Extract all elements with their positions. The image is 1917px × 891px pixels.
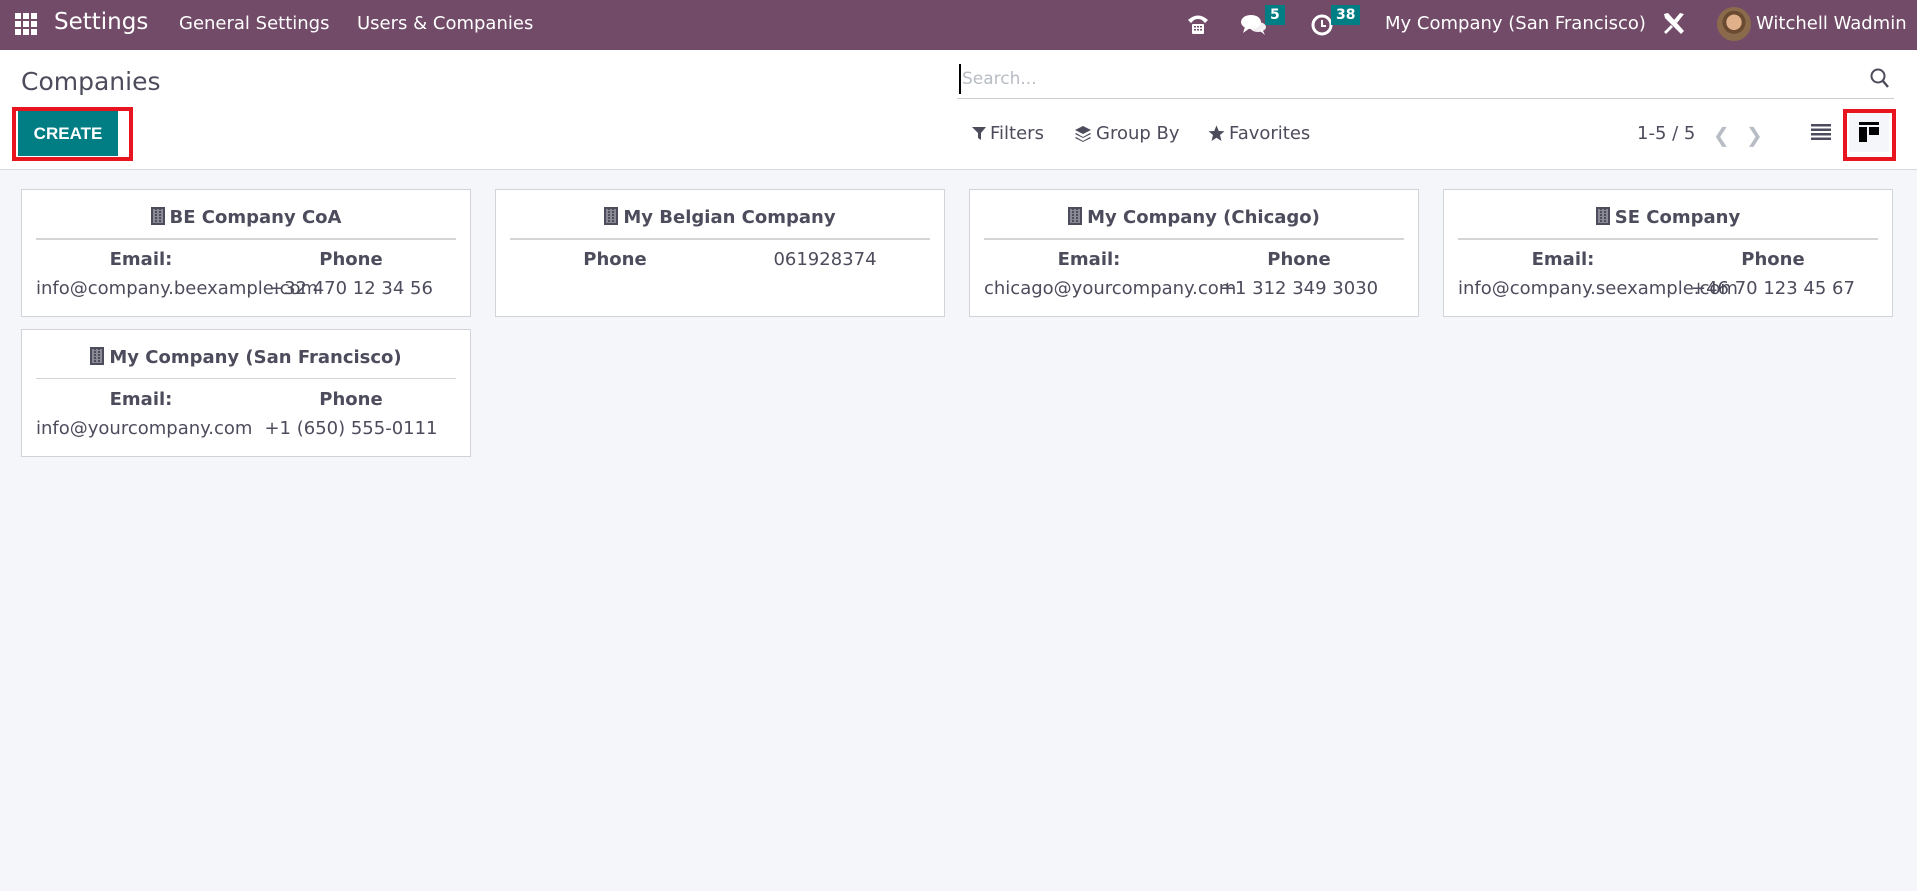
email-value: info@yourcompany.com	[36, 418, 253, 439]
search-input[interactable]	[959, 64, 1839, 94]
card-divider	[1458, 238, 1878, 240]
building-icon	[1068, 207, 1083, 225]
phone-value: +1 (650) 555-0111	[264, 418, 438, 439]
company-switcher[interactable]: My Company (San Francisco)	[1385, 13, 1646, 34]
filter-icon	[972, 127, 986, 140]
field-label: Email:	[1531, 249, 1595, 270]
company-card[interactable]: My Belgian Company Phone 061928374	[495, 189, 945, 317]
user-avatar[interactable]	[1717, 7, 1751, 41]
phone-value: +32 470 12 34 56	[269, 278, 433, 299]
building-icon	[150, 207, 165, 225]
company-card[interactable]: BE Company CoA Email: Phone info@company.…	[21, 189, 471, 317]
kanban-view-button[interactable]	[1849, 112, 1889, 152]
field-label: Email:	[1057, 249, 1121, 270]
field-label: Phone	[319, 249, 383, 270]
card-divider	[510, 238, 930, 240]
messages-button[interactable]: 5	[1240, 0, 1290, 50]
star-icon	[1208, 125, 1225, 141]
email-value: info@company.seexample.com	[1458, 278, 1738, 299]
company-card[interactable]: My Company (San Francisco) Email: Phone i…	[21, 329, 471, 457]
company-name: My Company (Chicago)	[1087, 207, 1320, 228]
activities-count-badge: 38	[1331, 5, 1361, 25]
field-label: Phone	[583, 249, 647, 270]
filters-label: Filters	[990, 123, 1044, 144]
user-menu[interactable]: Witchell Wadmin	[1756, 13, 1907, 34]
building-icon	[90, 347, 105, 365]
building-icon	[1595, 207, 1610, 225]
list-view-icon	[1811, 124, 1831, 140]
card-divider	[36, 378, 456, 379]
pager-previous-icon[interactable]: ❮	[1713, 123, 1730, 147]
voip-phone-icon[interactable]	[1185, 0, 1215, 50]
company-name: My Company (San Francisco)	[109, 347, 402, 368]
layers-icon	[1075, 125, 1091, 142]
debug-tools-icon[interactable]	[1660, 0, 1690, 50]
chat-icon	[1241, 15, 1266, 35]
email-value: chicago@yourcompany.com	[984, 278, 1237, 299]
filters-button[interactable]: Filters	[972, 123, 1044, 144]
app-name[interactable]: Settings	[54, 9, 148, 35]
company-name: SE Company	[1614, 207, 1741, 228]
card-divider	[36, 238, 456, 240]
search-bar	[957, 60, 1894, 99]
company-card[interactable]: SE Company Email: Phone info@company.seex…	[1443, 189, 1893, 317]
field-label: Phone	[1267, 249, 1331, 270]
menu-general-settings[interactable]: General Settings	[179, 13, 330, 34]
page-title: Companies	[21, 67, 161, 96]
messages-count-badge: 5	[1265, 5, 1285, 25]
favorites-label: Favorites	[1229, 123, 1311, 144]
field-label: Email:	[109, 249, 173, 270]
building-icon	[604, 207, 619, 225]
menu-users-companies[interactable]: Users & Companies	[357, 13, 533, 34]
create-button[interactable]: CREATE	[18, 111, 118, 156]
field-label: Phone	[1741, 249, 1805, 270]
search-icon[interactable]	[1870, 68, 1890, 90]
company-name: My Belgian Company	[623, 207, 836, 228]
top-navbar: Settings General Settings Users & Compan…	[0, 0, 1917, 50]
phone-value: 061928374	[773, 249, 877, 270]
company-card[interactable]: My Company (Chicago) Email: Phone chicago…	[969, 189, 1419, 317]
field-label: Email:	[109, 389, 173, 410]
control-panel: Companies CREATE Filters Group By Favori…	[0, 50, 1917, 170]
phone-value: +46 70 123 45 67	[1691, 278, 1855, 299]
company-name: BE Company CoA	[169, 207, 342, 228]
pager-next-icon[interactable]: ❯	[1746, 123, 1763, 147]
group-by-label: Group By	[1096, 123, 1180, 144]
card-divider	[984, 238, 1404, 240]
list-view-button[interactable]	[1801, 112, 1841, 152]
kanban-view-icon	[1859, 122, 1879, 142]
pager-value[interactable]: 1-5 / 5	[1637, 123, 1695, 144]
email-value: info@company.beexample.com	[36, 278, 319, 299]
favorites-button[interactable]: Favorites	[1208, 123, 1310, 144]
phone-value: +1 312 349 3030	[1219, 278, 1379, 299]
field-label: Phone	[319, 389, 383, 410]
group-by-button[interactable]: Group By	[1074, 123, 1180, 144]
activities-button[interactable]: 38	[1310, 0, 1370, 50]
apps-menu-icon[interactable]	[15, 13, 37, 35]
